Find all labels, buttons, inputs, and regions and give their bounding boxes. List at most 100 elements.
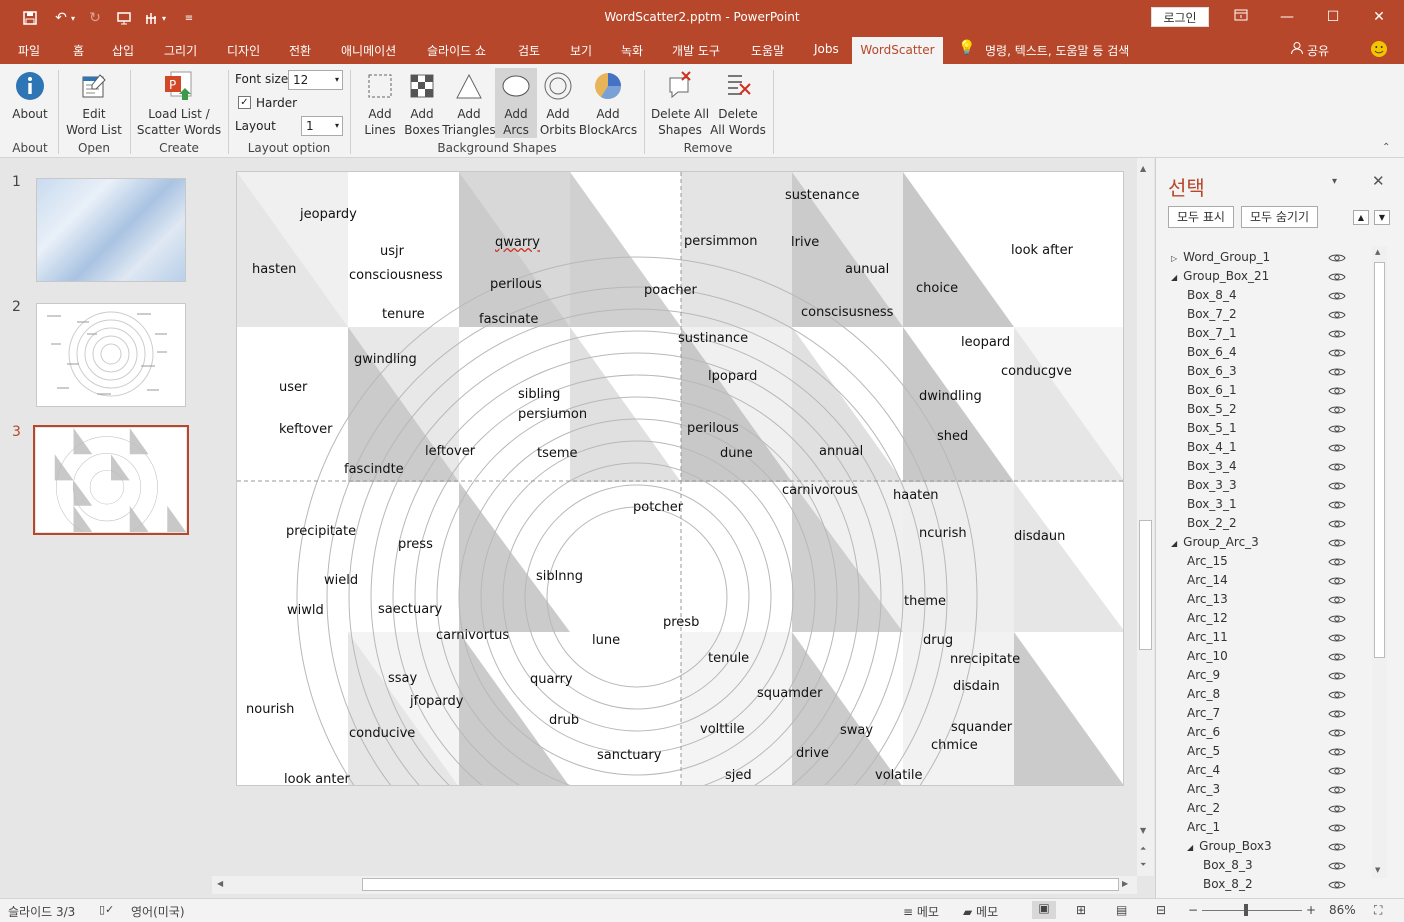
selection-item[interactable]: Box_3_3: [1187, 476, 1337, 495]
visibility-eye-icon[interactable]: [1328, 537, 1346, 549]
slide-word[interactable]: sway: [840, 723, 873, 738]
hide-all-button[interactable]: 모두 숨기기: [1241, 206, 1319, 228]
slide-word[interactable]: chmice: [931, 738, 978, 753]
slide-word[interactable]: wiwld: [287, 603, 324, 618]
tab-jobs[interactable]: Jobs: [814, 42, 839, 56]
visibility-eye-icon[interactable]: [1328, 385, 1346, 397]
collapse-ribbon-icon[interactable]: ⌃: [1382, 142, 1390, 153]
visibility-eye-icon[interactable]: [1328, 271, 1346, 283]
visibility-eye-icon[interactable]: [1328, 499, 1346, 511]
slide-word[interactable]: carnivortus: [436, 628, 509, 643]
language-indicator[interactable]: 영어(미국): [131, 903, 185, 920]
slide-sorter-icon[interactable]: ⊞: [1076, 903, 1086, 917]
add-orbits-button[interactable]: Add Orbits: [537, 70, 579, 138]
slide-word[interactable]: nrecipitate: [950, 652, 1020, 667]
comments-button[interactable]: ▰ 메모: [963, 903, 998, 920]
selection-item[interactable]: Arc_13: [1187, 590, 1337, 609]
vertical-scrollbar[interactable]: ▲ ▼ ⏶ ⏷: [1137, 158, 1154, 876]
visibility-eye-icon[interactable]: [1328, 347, 1346, 359]
selection-item[interactable]: Box_6_1: [1187, 381, 1337, 400]
slide-word[interactable]: aunual: [845, 262, 889, 277]
slide-word[interactable]: drive: [796, 746, 829, 761]
slide-word[interactable]: press: [398, 537, 433, 552]
visibility-eye-icon[interactable]: [1328, 461, 1346, 473]
send-backward-icon[interactable]: ▼: [1374, 210, 1390, 225]
slide-word[interactable]: disdain: [953, 679, 1000, 694]
maximize-icon[interactable]: ☐: [1310, 0, 1356, 34]
ribbon-display-icon[interactable]: [1218, 0, 1264, 34]
tell-me-search[interactable]: 명령, 텍스트, 도움말 등 검색: [985, 42, 1129, 59]
visibility-eye-icon[interactable]: [1328, 822, 1346, 834]
slide-thumbnail-1[interactable]: [36, 178, 186, 282]
zoom-in-icon[interactable]: +: [1306, 903, 1316, 917]
tab-slideshow[interactable]: 슬라이드 쇼: [427, 42, 486, 59]
slide-word[interactable]: perilous: [687, 421, 739, 436]
slide-word[interactable]: leftover: [425, 444, 475, 459]
visibility-eye-icon[interactable]: [1328, 841, 1346, 853]
selection-item[interactable]: Arc_10: [1187, 647, 1337, 666]
selection-item[interactable]: Box_7_2: [1187, 305, 1337, 324]
visibility-eye-icon[interactable]: [1328, 442, 1346, 454]
slide-word[interactable]: conscisusness: [801, 305, 893, 320]
slide-word[interactable]: tenule: [708, 651, 749, 666]
slide-word[interactable]: ncurish: [919, 526, 967, 541]
visibility-eye-icon[interactable]: [1328, 784, 1346, 796]
fit-slide-icon[interactable]: ⛶: [1374, 903, 1382, 918]
visibility-eye-icon[interactable]: [1328, 594, 1346, 606]
selection-item[interactable]: Arc_11: [1187, 628, 1337, 647]
add-boxes-button[interactable]: Add Boxes: [400, 70, 444, 138]
edit-word-list-button[interactable]: Edit Word List: [62, 70, 126, 138]
spellcheck-icon[interactable]: ▯✓: [99, 903, 114, 916]
reading-view-icon[interactable]: ▤: [1116, 903, 1127, 917]
horizontal-scroll-thumb[interactable]: [362, 878, 1119, 891]
visibility-eye-icon[interactable]: [1328, 404, 1346, 416]
selection-item[interactable]: Arc_15: [1187, 552, 1337, 571]
visibility-eye-icon[interactable]: [1328, 860, 1346, 872]
font-size-field[interactable]: 12 ▾: [288, 70, 343, 90]
slide-word[interactable]: tseme: [537, 446, 578, 461]
harder-checkbox[interactable]: ✓: [238, 96, 251, 109]
slide-word[interactable]: jfopardy: [410, 694, 463, 709]
scroll-left-icon[interactable]: ◀: [217, 879, 223, 888]
selection-item[interactable]: Box_6_3: [1187, 362, 1337, 381]
selection-item[interactable]: Arc_9: [1187, 666, 1337, 685]
slide-word[interactable]: carnivorous: [782, 483, 858, 498]
visibility-eye-icon[interactable]: [1328, 556, 1346, 568]
slide-word[interactable]: sibling: [518, 387, 560, 402]
selection-item[interactable]: Box_2_2: [1187, 514, 1337, 533]
visibility-eye-icon[interactable]: [1328, 290, 1346, 302]
slide-word[interactable]: persimmon: [684, 234, 758, 249]
pane-scroll-thumb[interactable]: [1374, 262, 1385, 658]
slide-word[interactable]: shed: [937, 429, 968, 444]
visibility-eye-icon[interactable]: [1328, 613, 1346, 625]
visibility-eye-icon[interactable]: [1328, 708, 1346, 720]
slide-word[interactable]: look after: [1011, 243, 1073, 258]
load-list-button[interactable]: P Load List / Scatter Words: [134, 70, 224, 138]
slide-word[interactable]: look anter: [284, 772, 350, 785]
previous-slide-icon[interactable]: ⏶: [1140, 844, 1146, 854]
normal-view-icon[interactable]: ▣: [1032, 901, 1056, 919]
visibility-eye-icon[interactable]: [1328, 423, 1346, 435]
zoom-level[interactable]: 86%: [1329, 903, 1356, 917]
zoom-slider-thumb[interactable]: [1244, 904, 1248, 916]
visibility-eye-icon[interactable]: [1328, 328, 1346, 340]
vertical-scroll-thumb[interactable]: [1139, 520, 1152, 650]
tab-wordscatter[interactable]: WordScatter: [852, 37, 943, 65]
slide-word[interactable]: sanctuary: [597, 748, 661, 763]
pane-scroll-up-icon[interactable]: ▲: [1375, 248, 1380, 256]
slide-word[interactable]: sustenance: [785, 188, 859, 203]
slide-word[interactable]: tenure: [382, 307, 425, 322]
add-triangles-button[interactable]: Add Triangles: [442, 70, 496, 138]
selection-item[interactable]: Arc_4: [1187, 761, 1337, 780]
selection-item[interactable]: Box_3_4: [1187, 457, 1337, 476]
slide-word[interactable]: fascindte: [344, 462, 404, 477]
selection-item[interactable]: Box_4_1: [1187, 438, 1337, 457]
selection-item[interactable]: Box_3_1: [1187, 495, 1337, 514]
slide-word[interactable]: hasten: [252, 262, 296, 277]
selection-item[interactable]: ▷ Word_Group_1: [1171, 248, 1321, 267]
tab-home[interactable]: 홈: [73, 42, 84, 59]
slide-word[interactable]: quarry: [530, 672, 573, 687]
slide-word[interactable]: consciousness: [349, 268, 443, 283]
add-arcs-button[interactable]: Add Arcs: [495, 68, 537, 138]
slide-word[interactable]: precipitate: [286, 524, 356, 539]
